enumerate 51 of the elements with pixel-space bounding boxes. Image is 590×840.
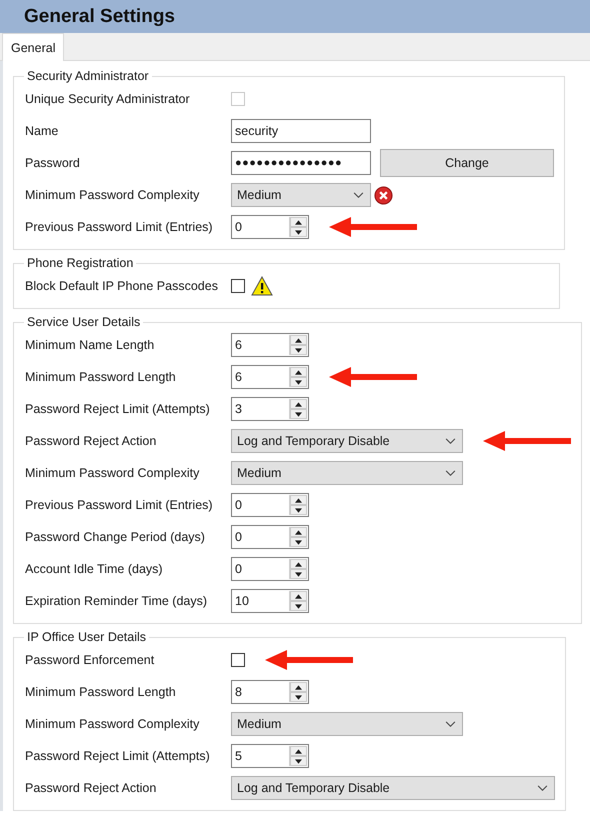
field-label: Minimum Password Complexity [25, 717, 200, 731]
field-label: Password Reject Action [25, 781, 158, 795]
group-title: Security Administrator [26, 69, 150, 83]
chevron-icon [537, 784, 548, 792]
checkbox[interactable] [231, 653, 245, 667]
number-spinner[interactable]: 0 [231, 493, 309, 517]
tab[interactable]: General [2, 33, 64, 61]
field-label: Password Change Period (days) [25, 530, 206, 544]
checkbox[interactable] [231, 279, 245, 293]
group-title: Phone Registration [26, 256, 134, 270]
dropdown[interactable]: Medium [231, 461, 463, 485]
group-title: Service User Details [26, 315, 142, 329]
chevron-icon [445, 470, 456, 476]
field-label: Previous Password Limit (Entries) [25, 498, 214, 512]
number-spinner[interactable]: 6 [231, 333, 309, 357]
number-spinner[interactable]: 0 [231, 215, 309, 239]
field-label: Previous Password Limit (Entries) [25, 220, 214, 234]
field-label: Unique Security Administrator [25, 92, 191, 106]
field-label: Password Reject Limit (Attempts) [25, 749, 211, 763]
dropdown[interactable]: Log and Temporary Disable [231, 429, 463, 453]
group-title: IP Office User Details [26, 630, 148, 644]
field-label: Minimum Password Length [25, 685, 177, 699]
dropdown[interactable]: Medium [231, 712, 463, 736]
field-label: Name [25, 124, 60, 138]
number-spinner[interactable]: 5 [231, 744, 309, 768]
chevron-icon [445, 720, 456, 728]
field-label: Minimum Name Length [25, 338, 156, 352]
field-label: Password Reject Action [25, 434, 158, 448]
number-spinner[interactable]: 3 [231, 397, 309, 421]
field-label: Minimum Password Complexity [25, 466, 200, 480]
field-label: Minimum Password Length [25, 370, 177, 384]
field-label: Minimum Password Complexity [25, 188, 200, 202]
field-label: Account Idle Time (days) [25, 562, 164, 576]
number-spinner[interactable]: 8 [231, 680, 309, 704]
number-spinner[interactable]: 10 [231, 589, 309, 613]
field-label: Block Default IP Phone Passcodes [25, 279, 219, 293]
dropdown[interactable]: Medium [231, 183, 371, 207]
window-title: General Settings [24, 6, 175, 28]
text-field[interactable]: security [231, 119, 371, 143]
field-label: Password Enforcement [25, 653, 156, 667]
number-spinner[interactable]: 0 [231, 525, 309, 549]
chevron-icon [445, 438, 456, 444]
number-spinner[interactable]: 6 [231, 365, 309, 389]
field-label: Password Reject Limit (Attempts) [25, 402, 211, 416]
dropdown[interactable]: Log and Temporary Disable [231, 776, 555, 800]
field-label: Password [25, 156, 81, 170]
change-button[interactable]: Change [380, 149, 554, 177]
chevron-icon [353, 192, 364, 198]
password-field[interactable]: ●●●●●●●●●●●●●●● [231, 151, 371, 175]
field-label: Expiration Reminder Time (days) [25, 594, 208, 608]
number-spinner[interactable]: 0 [231, 557, 309, 581]
